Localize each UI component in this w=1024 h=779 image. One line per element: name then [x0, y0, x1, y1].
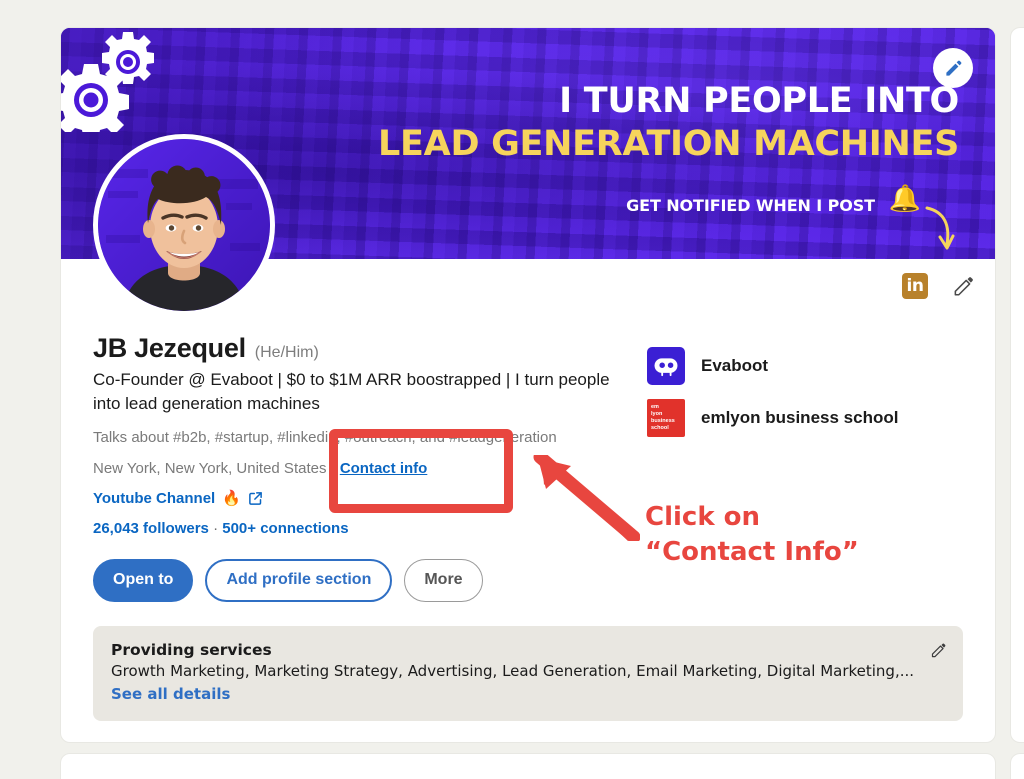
youtube-channel-label: Youtube Channel — [93, 489, 216, 507]
pronouns: (He/Him) — [254, 344, 319, 361]
emlyon-logo-text: em lyon business school — [651, 404, 675, 432]
annotation-text: Click on “Contact Info” — [645, 502, 859, 568]
youtube-channel-link[interactable]: Youtube Channel 🔥 — [93, 489, 263, 507]
followers-count[interactable]: 26,043 followers — [93, 520, 209, 537]
curved-arrow-icon — [925, 206, 955, 250]
company-name: emlyon business school — [701, 408, 899, 427]
evaboot-robot-icon — [654, 358, 678, 377]
connections-count[interactable]: 500+ connections — [222, 520, 348, 537]
separator: · — [330, 460, 336, 478]
company-name: Evaboot — [701, 356, 769, 375]
fire-icon: 🔥 — [222, 490, 241, 508]
profile-headline: Co-Founder @ Evaboot | $0 to $1M ARR boo… — [93, 370, 610, 414]
next-section-card — [60, 753, 996, 779]
emlyon-logo-line3: business — [651, 418, 675, 424]
banner-headline-line2: LEAD GENERATION MACHINES — [378, 124, 959, 164]
side-peek-card — [1010, 27, 1024, 743]
providing-services-card: Providing services Growth Marketing, Mar… — [93, 626, 963, 721]
next-side-peek-card — [1010, 753, 1024, 779]
contact-info-link[interactable]: Contact info — [340, 460, 428, 477]
banner-headline: I TURN PEOPLE INTO LEAD GENERATION MACHI… — [378, 84, 959, 162]
bell-icon: 🔔 — [888, 183, 921, 213]
profile-photo — [98, 139, 270, 311]
location-row: New York, New York, United States · Cont… — [93, 460, 963, 477]
pencil-icon — [954, 276, 973, 296]
avatar[interactable] — [93, 134, 275, 316]
providing-services-title: Providing services — [111, 641, 272, 659]
pencil-icon — [945, 60, 961, 76]
external-link-icon — [249, 491, 262, 505]
company-list: Evaboot em lyon business school emlyon b… — [647, 347, 947, 437]
profile-top-icons: in — [902, 273, 975, 299]
stats-separator: · — [213, 520, 219, 538]
profile-card: I TURN PEOPLE INTO LEAD GENERATION MACHI… — [60, 27, 996, 743]
emlyon-logo-line1: em — [651, 404, 659, 411]
banner-subline: GET NOTIFIED WHEN I POST — [626, 196, 875, 215]
emlyon-logo-line4: school — [651, 424, 669, 431]
open-to-button[interactable]: Open to — [93, 559, 194, 602]
evaboot-logo — [647, 347, 685, 385]
see-all-details-link[interactable]: See all details — [111, 685, 230, 703]
more-button[interactable]: More — [404, 559, 483, 602]
emlyon-logo: em lyon business school — [647, 399, 685, 437]
linkedin-profile-page: I TURN PEOPLE INTO LEAD GENERATION MACHI… — [0, 0, 1024, 779]
emlyon-logo-line2: lyon — [651, 411, 663, 418]
linkedin-premium-badge[interactable]: in — [902, 273, 928, 299]
add-profile-section-button[interactable]: Add profile section — [205, 559, 393, 602]
providing-services-list: Growth Marketing, Marketing Strategy, Ad… — [111, 662, 915, 680]
company-item-evaboot[interactable]: Evaboot — [647, 347, 947, 385]
edit-services-button[interactable] — [930, 642, 947, 664]
location-text: New York, New York, United States — [93, 460, 327, 478]
company-item-emlyon[interactable]: em lyon business school emlyon business … — [647, 399, 947, 437]
gears-icon — [61, 32, 154, 132]
page-title: JB Jezequel — [93, 333, 246, 363]
edit-profile-button[interactable] — [952, 275, 975, 298]
banner-headline-line1: I TURN PEOPLE INTO — [559, 81, 959, 121]
pencil-icon — [931, 643, 946, 658]
edit-banner-button[interactable] — [933, 48, 973, 88]
